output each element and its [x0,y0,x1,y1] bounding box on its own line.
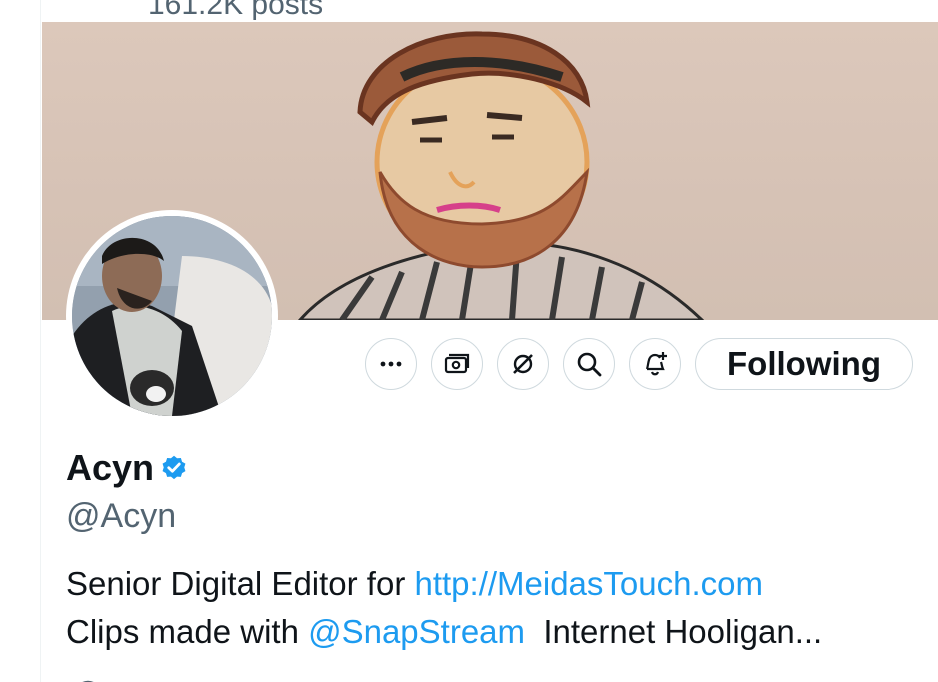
profile-page: 161.2K posts Following Acyn @Acyn Senior… [0,0,938,682]
money-icon [444,353,470,374]
grok-icon [513,354,533,374]
subscribe-button[interactable] [431,338,483,390]
following-button[interactable]: Following [695,338,913,390]
profile-bio: Senior Digital Editor for http://MeidasT… [66,560,926,656]
bell-plus-icon [645,352,667,376]
grok-button[interactable] [497,338,549,390]
display-name-row: Acyn [66,446,188,490]
notifications-button[interactable] [629,338,681,390]
left-rail [0,0,41,682]
bio-text: Senior Digital Editor for [66,565,415,602]
search-icon [577,352,602,377]
profile-avatar[interactable] [66,210,278,422]
bio-text: Clips made with [66,613,309,650]
location-icon [82,680,94,682]
avatar-photo [72,216,272,416]
search-button[interactable] [563,338,615,390]
more-icon [380,361,402,367]
bio-line-2: Clips made with @SnapStream Internet Hoo… [66,608,926,656]
bio-tail: Internet Hooligan... [525,613,823,650]
bio-mention[interactable]: @SnapStream [308,613,525,650]
posts-count: 161.2K posts [148,0,324,21]
profile-handle: @Acyn [66,497,177,535]
bio-line-1: Senior Digital Editor for http://MeidasT… [66,560,926,608]
more-button[interactable] [365,338,417,390]
bio-link[interactable]: http://MeidasTouch.com [414,565,763,602]
verified-badge-icon[interactable] [160,454,188,482]
display-name: Acyn [66,447,155,488]
